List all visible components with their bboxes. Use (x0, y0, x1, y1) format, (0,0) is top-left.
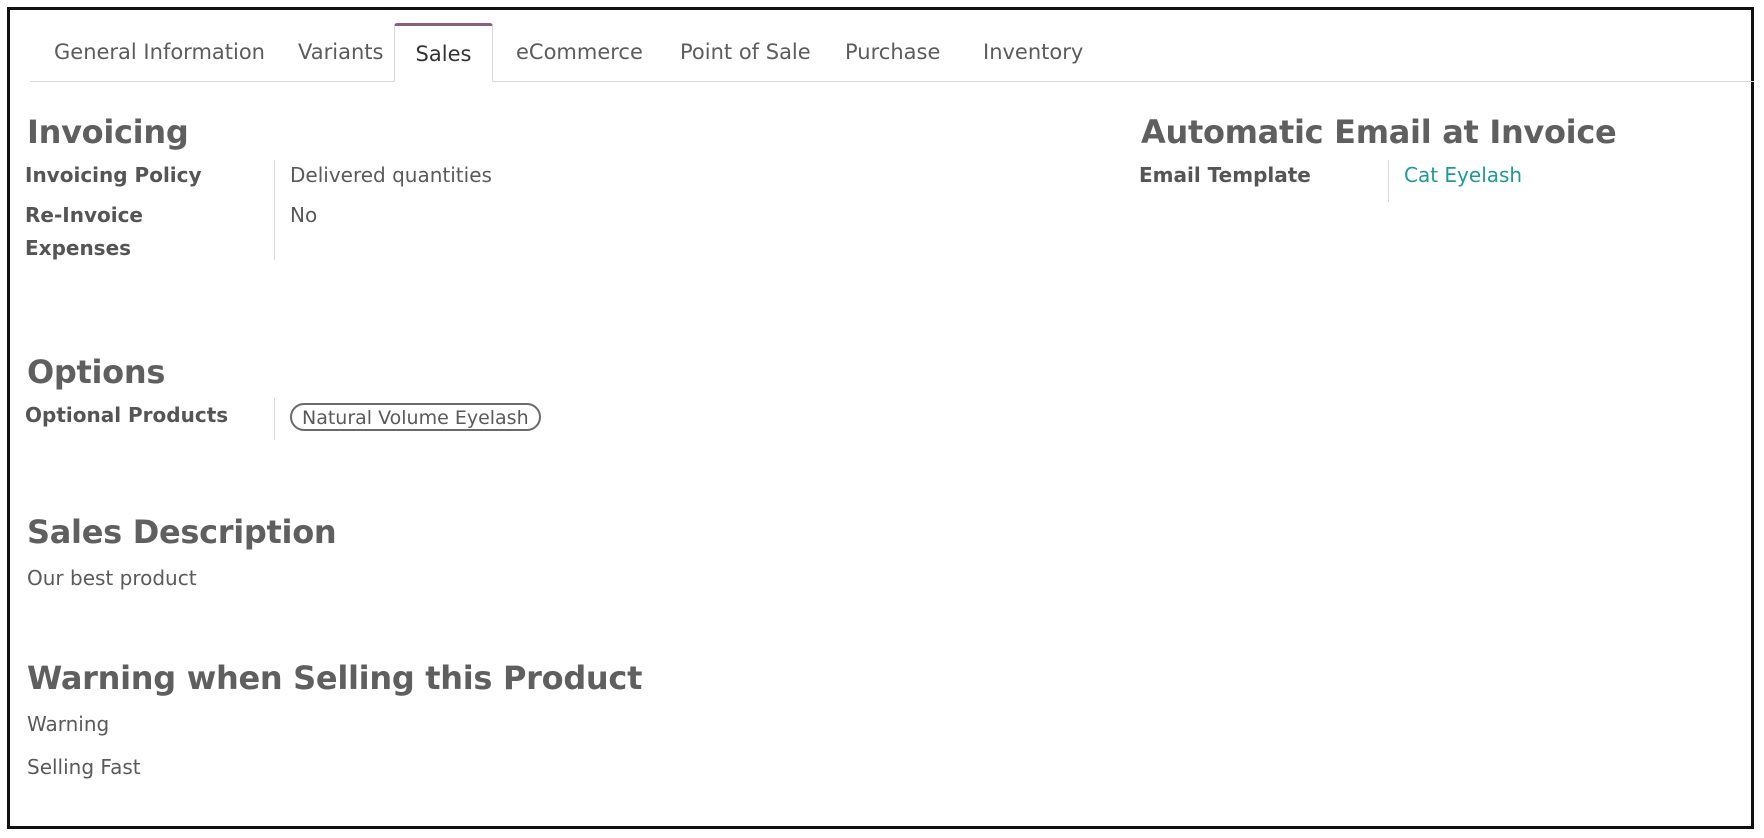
optional-product-tag[interactable]: Natural Volume Eyelash (290, 403, 541, 431)
automatic-email-heading: Automatic Email at Invoice (1141, 113, 1617, 151)
tab-inventory[interactable]: Inventory (983, 23, 1083, 81)
options-heading: Options (27, 353, 166, 391)
email-template-link[interactable]: Cat Eyelash (1404, 163, 1522, 187)
tab-purchase[interactable]: Purchase (845, 23, 940, 81)
sales-description-text[interactable]: Our best product (27, 566, 197, 590)
warning-message[interactable]: Selling Fast (27, 755, 141, 779)
optional-products-label: Optional Products (25, 403, 229, 427)
warning-heading: Warning when Selling this Product (27, 659, 643, 697)
tab-general-information[interactable]: General Information (54, 23, 265, 81)
tab-variants[interactable]: Variants (298, 23, 383, 81)
email-template-label: Email Template (1139, 163, 1311, 187)
reinvoice-expenses-label: Re-Invoice (25, 203, 143, 227)
invoicing-heading: Invoicing (27, 113, 189, 151)
form-frame: General Information Variants Sales eComm… (7, 7, 1754, 829)
field-separator (274, 160, 275, 260)
reinvoice-expenses-value[interactable]: No (290, 203, 317, 227)
field-separator (1388, 160, 1389, 202)
field-separator (274, 398, 275, 440)
reinvoice-expenses-label-line2: Expenses (25, 236, 132, 260)
invoicing-policy-value[interactable]: Delivered quantities (290, 163, 492, 187)
sales-description-heading: Sales Description (27, 513, 337, 551)
warning-field-label[interactable]: Warning (27, 712, 109, 736)
tab-sales[interactable]: Sales (394, 23, 493, 82)
tab-point-of-sale[interactable]: Point of Sale (680, 23, 811, 81)
invoicing-policy-label: Invoicing Policy (25, 163, 202, 187)
notebook-tabs: General Information Variants Sales eComm… (30, 23, 1754, 82)
tab-ecommerce[interactable]: eCommerce (516, 23, 643, 81)
